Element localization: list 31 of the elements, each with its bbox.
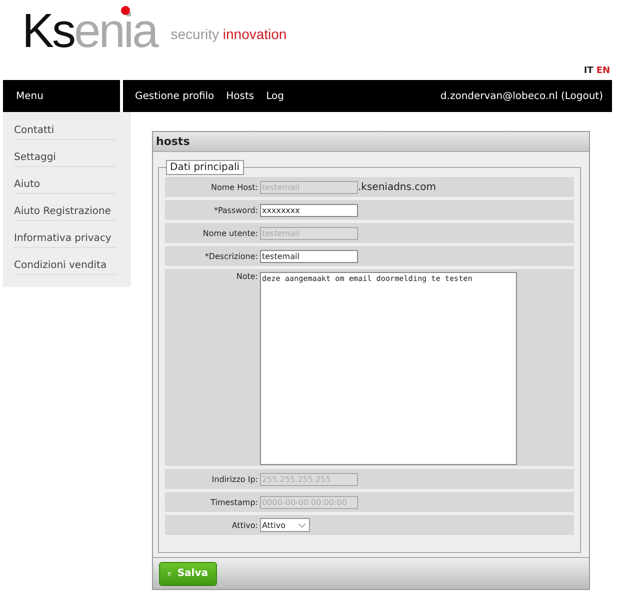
- sidebar-item[interactable]: Contatti: [14, 121, 117, 140]
- sidebar-item[interactable]: Informativa privacy: [14, 229, 117, 248]
- caret-icon: [298, 522, 306, 528]
- nav-link[interactable]: Log: [266, 90, 284, 102]
- field-label: Timestamp:: [210, 498, 258, 506]
- field-label: Attivo:: [230, 520, 258, 530]
- save-icon: [168, 570, 172, 576]
- field-label: *Password:: [212, 206, 258, 214]
- field-label: *Descrizione:: [204, 252, 258, 260]
- input-field[interactable]: xxxxxxxx: [260, 204, 358, 216]
- language-link[interactable]: IT: [584, 66, 594, 80]
- panel-title: hosts: [153, 132, 589, 152]
- field-label: Note:: [235, 272, 258, 281]
- tagline: security innovation: [170, 26, 287, 42]
- sidebar-item[interactable]: Aiuto: [14, 175, 117, 194]
- select-field[interactable]: Attivo: [260, 518, 310, 532]
- domain-suffix: .kseniadns.com: [358, 182, 436, 192]
- sidebar-item[interactable]: Settaggi: [14, 148, 117, 167]
- field-label: Nome utente:: [202, 228, 258, 238]
- input-field[interactable]: testemail: [260, 250, 358, 262]
- logo: Ksenia: [22, 8, 157, 56]
- sidebar-item[interactable]: Aiuto Registrazione: [14, 202, 117, 221]
- menu-title: Menu: [3, 80, 120, 112]
- user-link[interactable]: d.zondervan@lobeco.nl (Logout): [440, 90, 603, 102]
- language-link[interactable]: EN: [596, 66, 610, 80]
- nav-link[interactable]: Gestione profilo: [135, 90, 214, 102]
- nav-link[interactable]: Hosts: [226, 90, 254, 102]
- fieldset-legend: Dati principali: [166, 160, 244, 175]
- field-label: Nome Host:: [210, 182, 258, 192]
- field-label: Indirizzo Ip:: [210, 474, 258, 484]
- sidebar-item[interactable]: Condizioni vendita: [14, 256, 117, 275]
